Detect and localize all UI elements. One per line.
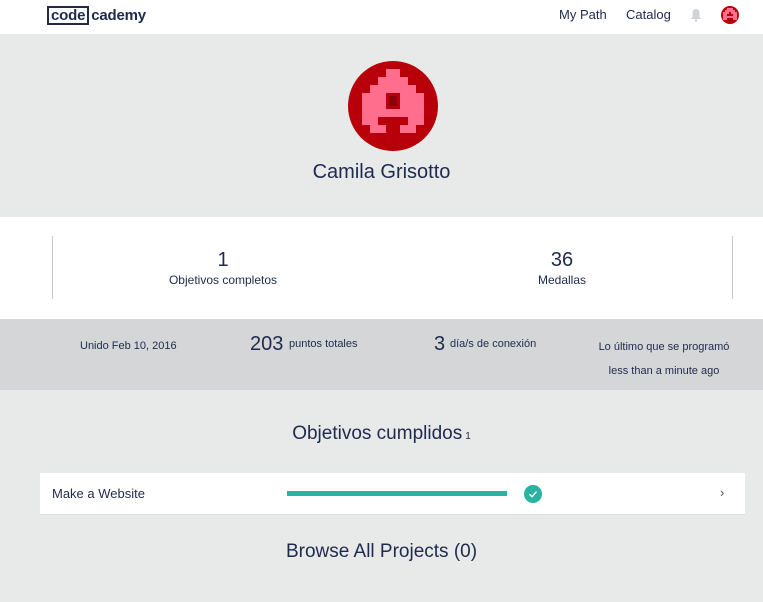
bell-icon[interactable] (690, 8, 702, 22)
info-bar: Unido Feb 10, 2016 203 puntos totales 3 … (0, 319, 763, 390)
pixel-avatar-icon (362, 69, 424, 133)
goal-progress-fill (287, 491, 507, 496)
total-points-label: puntos totales (289, 338, 358, 350)
login-days-label: día/s de conexión (450, 338, 537, 350)
profile-name: Camila Grisotto (312, 161, 451, 183)
goals-title-text: Objetivos cumplidos (292, 423, 463, 444)
stat-goals-completed: 1 Objetivos completos (113, 248, 333, 287)
logo-rest: cademy (91, 7, 146, 24)
profile-avatar (348, 61, 438, 151)
goal-name: Make a Website (52, 486, 145, 501)
joined-date: Unido Feb 10, 2016 (80, 340, 177, 352)
divider (52, 236, 53, 299)
check-icon (524, 485, 542, 503)
last-coded: Lo último que se programó less than a mi… (598, 341, 730, 377)
goal-progress-bar (287, 491, 507, 496)
login-days-value: 3 (434, 333, 446, 355)
stat-goals-value: 1 (217, 249, 229, 271)
stat-goals-label: Objetivos completos (168, 273, 278, 287)
chevron-right-icon[interactable]: › (720, 485, 724, 500)
top-nav: code cademy My Path Catalog (0, 0, 763, 34)
goals-section-title: Objetivos cumplidos 1 (0, 423, 763, 445)
stat-badges[interactable]: 36 Medallas (452, 248, 672, 287)
total-points-value: 203 (250, 333, 284, 355)
stat-badges-label: Medallas (537, 273, 587, 287)
divider (732, 236, 733, 299)
goals-count: 1 (465, 431, 471, 442)
user-avatar-icon[interactable] (721, 6, 739, 24)
browse-projects-link[interactable]: Browse All Projects (0) (0, 541, 763, 563)
stats-panel: 1 Objetivos completos 36 Medallas (0, 217, 763, 319)
nav-catalog-link[interactable]: Catalog (626, 7, 671, 23)
logo-code-box: code (47, 6, 90, 25)
codecademy-logo[interactable]: code cademy (47, 6, 146, 25)
goal-row-make-a-website[interactable]: Make a Website › (40, 473, 745, 515)
profile-header: Camila Grisotto (0, 34, 763, 217)
nav-my-path-link[interactable]: My Path (559, 7, 607, 23)
stat-badges-value: 36 (550, 249, 574, 271)
